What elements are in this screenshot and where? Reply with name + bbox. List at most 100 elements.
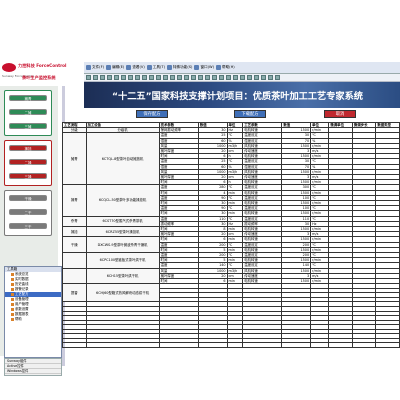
- menu-file[interactable]: 文件(F): [86, 64, 104, 72]
- toolbar-tool-icon[interactable]: [268, 75, 273, 80]
- folder-icon: [11, 313, 14, 316]
- toolbar-tool-icon[interactable]: [142, 75, 147, 80]
- toolbar-tool-icon[interactable]: [100, 75, 105, 80]
- process-step-cell: 摊青: [62, 132, 87, 186]
- folder-icon: [11, 273, 14, 276]
- file-icon: [86, 65, 91, 70]
- toolbar-tool-icon[interactable]: [149, 75, 154, 80]
- process-step-cell: 揉捻: [62, 226, 87, 238]
- menu-tool[interactable]: 工具(T): [146, 64, 165, 72]
- folder-icon: [11, 318, 14, 321]
- save-recipe-button[interactable]: 保存配方: [136, 110, 168, 118]
- process-step-cell: 杀青: [62, 215, 87, 228]
- equipment-cell: 6CHJ60型箱式热风解块动态烘干机: [85, 283, 160, 303]
- toolbar-tool-icon[interactable]: [261, 75, 266, 80]
- toolbar-tool-icon[interactable]: [247, 75, 252, 80]
- menu-label: 窗口(W): [200, 65, 214, 69]
- edit-icon: [106, 65, 112, 70]
- process-button[interactable]: 三揉: [9, 173, 47, 179]
- toolbar-tool-icon[interactable]: [135, 75, 140, 80]
- process-group-1: 摊青 二摊 三摊: [4, 90, 52, 136]
- process-button[interactable]: 揉捻: [9, 145, 47, 151]
- parameter-cell: [351, 342, 377, 348]
- toolbar-tool-icon[interactable]: [114, 75, 119, 80]
- parameter-cell[interactable]: [197, 342, 228, 348]
- equipment-cell: 6CPC100型链板式茶叶烘干机: [85, 252, 160, 269]
- folder-icon: [11, 288, 14, 291]
- parameter-cell: [310, 342, 330, 348]
- menu-special[interactable]: 特殊功能(S): [166, 64, 192, 72]
- title-banner: “十二五”国家科技支撑计划项目：优质茶叶加工工艺专家系统: [84, 82, 400, 108]
- process-step-cell: 干燥: [62, 236, 87, 254]
- toolbar-tool-icon[interactable]: [107, 75, 112, 80]
- toolbar-tool-icon[interactable]: [128, 75, 133, 80]
- folder-icon: [11, 283, 14, 286]
- process-group-2: 揉捻 二揉 三揉: [4, 140, 52, 186]
- view-icon: [126, 65, 132, 70]
- menu-view[interactable]: 查看(V): [126, 64, 145, 72]
- process-group-3: 干燥 二干 三干: [4, 190, 52, 236]
- toolbar-tool-icon[interactable]: [184, 75, 189, 80]
- menu-label: 查看(V): [132, 65, 145, 69]
- process-step-cell: [62, 267, 87, 285]
- toolbar-tool-icon[interactable]: [156, 75, 161, 80]
- toolbar-tool-icon[interactable]: [163, 75, 168, 80]
- process-button[interactable]: 二干: [9, 209, 47, 215]
- toolbar-tool-icon[interactable]: [93, 75, 98, 80]
- toolbar-tool-icon[interactable]: [121, 75, 126, 80]
- toolbar-tool-icon[interactable]: [86, 75, 91, 80]
- parameter-cell: [158, 342, 199, 348]
- brand-name: 力控科技 ForceControl: [18, 63, 67, 68]
- process-button[interactable]: 三摊: [9, 123, 47, 129]
- menu-window[interactable]: 窗口(W): [194, 64, 214, 72]
- table-row: [62, 342, 400, 348]
- toolbar-tool-icon[interactable]: [240, 75, 245, 80]
- process-button[interactable]: 二揉: [9, 159, 47, 165]
- folder-icon: [11, 303, 14, 306]
- process-step-cell: [62, 342, 87, 348]
- app-window: { "brand":{"name":"力控科技 ForceControl","s…: [0, 0, 400, 400]
- cancel-button[interactable]: 取消: [324, 110, 356, 118]
- process-button[interactable]: 摊青: [9, 95, 47, 101]
- banner-title: “十二五”国家科技支撑计划项目：优质茶叶加工工艺专家系统: [112, 91, 363, 102]
- toolbar-tool-icon[interactable]: [177, 75, 182, 80]
- toolbar-tool-icon[interactable]: [205, 75, 210, 80]
- system-name: 茶叶生产监控系统: [22, 75, 56, 80]
- equipment-cell: 6CRZ55型茶叶揉捻机: [85, 226, 160, 238]
- download-recipe-button[interactable]: 下载配方: [234, 110, 266, 118]
- menu-label: 工具(T): [152, 65, 165, 69]
- process-button[interactable]: 二摊: [9, 109, 47, 115]
- help-icon: [215, 65, 221, 70]
- toolbar-tool-icon[interactable]: [254, 75, 259, 80]
- icon-toolbar: [84, 74, 400, 82]
- toolbox-footer-item[interactable]: Windows控件: [5, 369, 61, 374]
- toolbox-item[interactable]: 帮助: [5, 317, 61, 322]
- toolbox-item-label: 帮助: [15, 317, 22, 321]
- parameter-cell: [328, 342, 353, 348]
- menu-label: 文件(F): [92, 65, 105, 69]
- window-icon: [194, 65, 200, 70]
- menu-label: 编辑(E): [112, 65, 125, 69]
- toolbar-tool-icon[interactable]: [219, 75, 224, 80]
- toolbar-tool-icon[interactable]: [198, 75, 203, 80]
- toolbar-tool-icon[interactable]: [233, 75, 238, 80]
- equipment-cell: DXCWS-9型茶叶微波杀青干燥机: [85, 236, 160, 254]
- equipment-cell: 6CQCL-50型茶叶多功能揉捻机: [85, 184, 160, 217]
- action-bar: 保存配方 下载配方 取消: [66, 108, 400, 120]
- process-button[interactable]: 三干: [9, 223, 47, 229]
- toolbar-tool-icon[interactable]: [275, 75, 280, 80]
- folder-icon: [11, 298, 14, 301]
- equipment-cell: 6CH15型茶叶烘干机: [85, 267, 160, 285]
- tool-icon: [146, 65, 152, 70]
- logo-mark: [2, 63, 16, 72]
- parameter-cell[interactable]: [281, 342, 312, 348]
- toolbar-tool-icon[interactable]: [226, 75, 231, 80]
- toolbox-tree: 工具箱 系统总览 实时数据 历史曲线 报警记录 工艺配方 设备管理 用户管理 参数设置 数据报表…: [4, 266, 62, 358]
- toolbar-tool-icon[interactable]: [212, 75, 217, 80]
- process-button[interactable]: 干燥: [9, 195, 47, 201]
- menu-help[interactable]: 帮助(H): [215, 64, 235, 72]
- toolbar-tool-icon[interactable]: [170, 75, 175, 80]
- toolbar-tool-icon[interactable]: [191, 75, 196, 80]
- menu-edit[interactable]: 编辑(E): [106, 64, 124, 72]
- process-step-cell: 提香: [62, 283, 87, 303]
